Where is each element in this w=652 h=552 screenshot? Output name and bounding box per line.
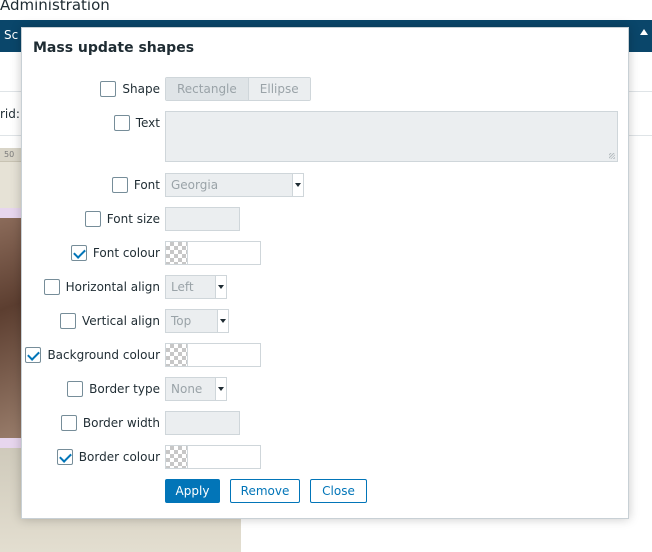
font-colour-picker[interactable] [165,241,261,265]
font-size-input[interactable] [165,207,240,231]
vertical-align-label: Vertical align [82,314,160,328]
font-value: Georgia [171,178,219,192]
page-title: Administration [0,0,110,14]
border-width-toggle[interactable]: Border width [60,411,160,435]
shape-option-ellipse[interactable]: Ellipse [247,78,310,100]
font-size-label: Font size [106,212,160,226]
border-width-label: Border width [82,416,160,430]
grid-label-text: rid: [0,107,20,121]
checkbox-unchecked-icon[interactable] [43,279,60,295]
checkbox-checked-icon[interactable] [70,245,87,261]
horizontal-align-label: Horizontal align [65,280,160,294]
checkbox-checked-icon[interactable] [56,449,73,465]
font-colour-label: Font colour [92,246,160,260]
background-colour-row: Background colour [22,343,630,367]
checkbox-unchecked-icon[interactable] [100,81,117,97]
apply-button[interactable]: Apply [165,479,220,503]
checkbox-unchecked-icon[interactable] [60,313,77,329]
font-row: Font Georgia [22,173,630,197]
checkbox-unchecked-icon[interactable] [111,177,128,193]
font-size-toggle[interactable]: Font size [84,207,160,231]
border-type-row: Border type None [22,377,630,401]
dropdown-arrow-icon[interactable] [217,310,228,332]
font-size-field[interactable] [165,207,240,231]
close-button[interactable]: Close [310,479,367,503]
horizontal-align-value: Left [171,280,194,294]
checkbox-unchecked-icon[interactable] [67,381,84,397]
border-colour-label: Border colour [78,450,160,464]
map-ruler-label: 50 [4,150,15,159]
font-colour-toggle[interactable]: Font colour [70,241,160,265]
border-width-input[interactable] [165,411,240,435]
background-colour-picker[interactable] [165,343,261,367]
background-colour-toggle[interactable]: Background colour [25,343,160,367]
font-size-row: Font size [22,207,630,231]
border-type-select[interactable]: None [165,377,227,401]
font-select[interactable]: Georgia [165,173,304,197]
vertical-align-row: Vertical align Top [22,309,630,333]
font-colour-row: Font colour [22,241,630,265]
transparent-swatch-icon[interactable] [166,344,188,366]
app-header: Administration [0,0,652,20]
horizontal-align-toggle[interactable]: Horizontal align [43,275,160,299]
border-colour-picker[interactable] [165,445,261,469]
dialog-footer: Apply Remove Close [22,479,630,503]
text-row: Text [22,111,630,162]
shape-segmented-control[interactable]: Rectangle Ellipse [165,77,311,101]
checkbox-unchecked-icon[interactable] [60,415,77,431]
border-colour-row: Border colour [22,445,630,469]
dialog-title: Mass update shapes [33,40,195,56]
vertical-align-value: Top [171,314,192,328]
horizontal-align-row: Horizontal align Left [22,275,630,299]
transparent-swatch-icon[interactable] [166,446,188,468]
border-type-toggle[interactable]: Border type [67,377,160,401]
text-label: Text [135,116,160,130]
dropdown-arrow-icon[interactable] [292,174,303,196]
remove-button[interactable]: Remove [230,479,300,503]
mass-update-dialog: Mass update shapes Shape Rectangle Ellip… [21,27,629,519]
border-colour-toggle[interactable]: Border colour [56,445,160,469]
text-toggle[interactable]: Text [113,111,160,135]
border-width-field[interactable] [165,411,240,435]
shape-toggle[interactable]: Shape [100,77,160,101]
border-type-label: Border type [89,382,160,396]
vertical-align-select[interactable]: Top [165,309,229,333]
background-colour-label: Background colour [47,348,160,362]
checkbox-checked-icon[interactable] [25,347,42,363]
text-area[interactable] [165,111,618,162]
shape-row: Shape Rectangle Ellipse [22,77,630,101]
text-input[interactable] [165,111,618,162]
checkbox-unchecked-icon[interactable] [113,115,130,131]
shape-label: Shape [122,82,160,96]
font-toggle[interactable]: Font [111,173,160,197]
horizontal-align-select[interactable]: Left [165,275,227,299]
font-label: Font [133,178,160,192]
collapse-arrow-icon[interactable] [640,29,648,35]
checkbox-unchecked-icon[interactable] [84,211,101,227]
border-width-row: Border width [22,411,630,435]
vertical-align-toggle[interactable]: Vertical align [60,309,160,333]
dropdown-arrow-icon[interactable] [215,276,226,298]
border-type-value: None [171,382,203,396]
dropdown-arrow-icon[interactable] [215,378,226,400]
shape-option-rectangle[interactable]: Rectangle [166,78,248,100]
nav-item[interactable]: Sc [4,28,18,42]
transparent-swatch-icon[interactable] [166,242,188,264]
